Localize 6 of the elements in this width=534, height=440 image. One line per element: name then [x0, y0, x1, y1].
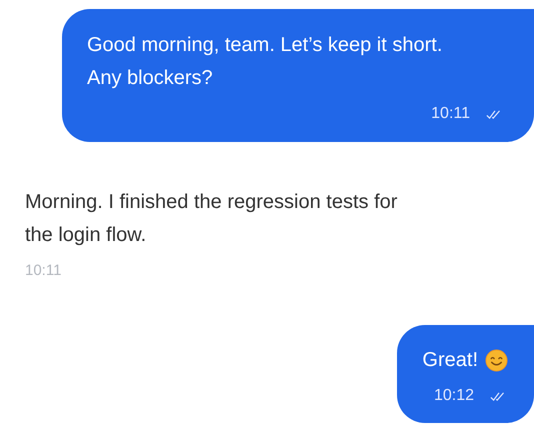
message-time: 10:11: [25, 262, 62, 279]
message-text: Good morning, team. Let’s keep it short. Any blockers?: [87, 33, 444, 91]
message-text: Morning. I finished the regression tests for the login flow.: [25, 190, 398, 248]
message-text: Great!: [422, 348, 478, 373]
message-time: 10:11: [431, 105, 470, 123]
message-time: 10:12: [434, 387, 474, 405]
